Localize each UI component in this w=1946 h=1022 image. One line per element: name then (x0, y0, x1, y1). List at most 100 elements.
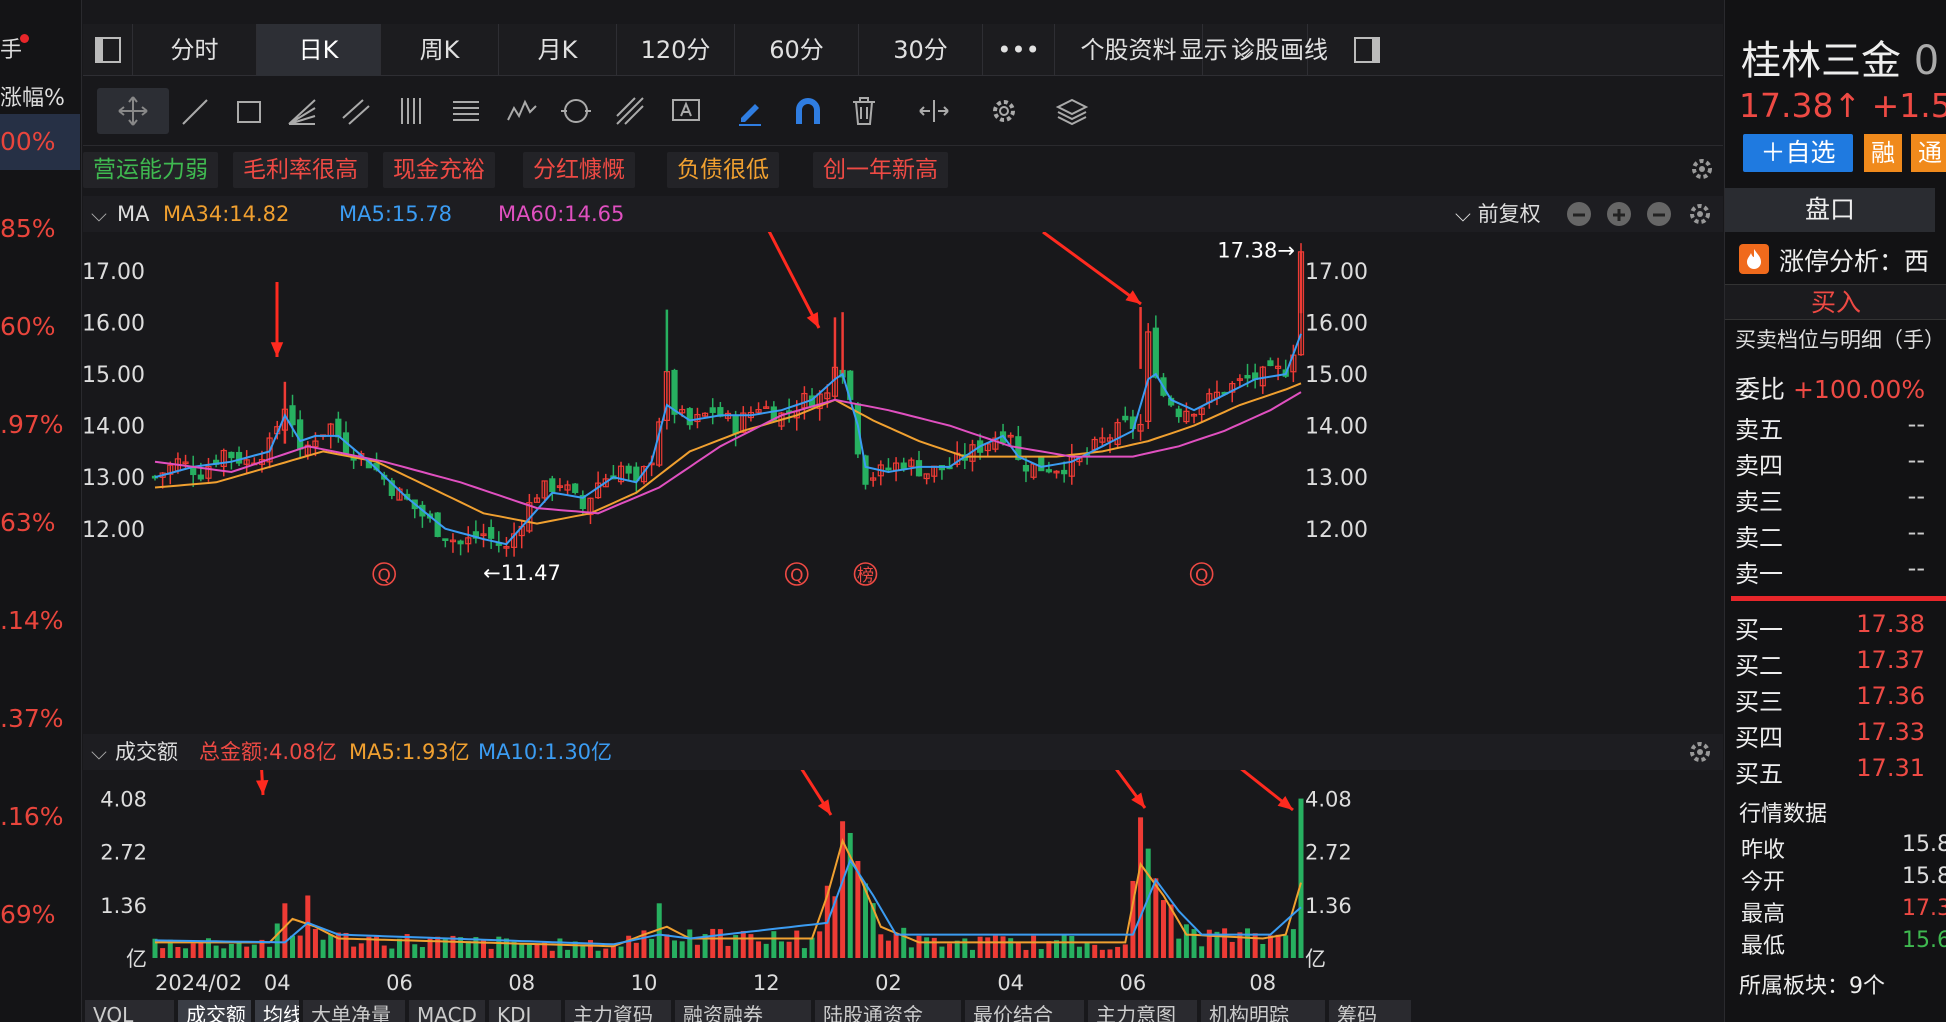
tab-period-6[interactable]: 30分 (859, 24, 983, 76)
feature-tag[interactable]: 现金充裕 (383, 152, 495, 188)
change-pct-item[interactable]: 69% (0, 898, 80, 932)
pen-tool-button[interactable] (727, 88, 773, 134)
tab-period-4[interactable]: 120分 (617, 24, 735, 76)
cycle-icon (561, 99, 591, 123)
collapse-panel-button[interactable] (1567, 202, 1591, 226)
fib-tool-button[interactable] (443, 88, 489, 134)
fit-tool-button[interactable] (911, 88, 957, 134)
feature-tag[interactable]: 毛利率很高 (233, 152, 368, 188)
gear-icon (1690, 742, 1710, 762)
bid-row[interactable]: 买五 17.31 (1735, 754, 1945, 789)
gann-tool-button[interactable] (607, 88, 653, 134)
tags-settings-button[interactable] (1687, 154, 1717, 188)
margin-badge[interactable]: 融 (1864, 134, 1902, 172)
level-price: -- (1907, 446, 1925, 474)
tab-period-2[interactable]: 周K (381, 24, 499, 76)
tab-period-5[interactable]: 60分 (735, 24, 859, 76)
sidebar-toggle-button[interactable] (83, 24, 133, 76)
change-pct-item[interactable]: 63% (0, 506, 80, 540)
add-watchlist-button[interactable]: ＋自选 (1743, 134, 1853, 172)
stock-name: 桂林三金 0 (1741, 38, 1940, 84)
rect-tool-button[interactable] (226, 88, 272, 134)
change-pct-item[interactable]: .37% (0, 702, 80, 736)
vlines-tool-button[interactable] (388, 88, 434, 134)
draw-line-button[interactable]: 画线 (1269, 24, 1339, 76)
candle-body (1045, 469, 1052, 473)
limit-analysis-link[interactable]: 涨停分析：西 (1779, 242, 1929, 278)
indicator-tab[interactable]: 最价结合 (965, 1000, 1084, 1022)
feature-tag[interactable]: 负债很低 (667, 152, 779, 188)
settings-tool-button[interactable] (981, 88, 1027, 134)
level-price: -- (1907, 518, 1925, 546)
ask-row[interactable]: 卖二 -- (1735, 518, 1945, 553)
ask-row[interactable]: 卖三 -- (1735, 482, 1945, 517)
buy-in-button[interactable]: 买入 (1725, 284, 1946, 320)
change-pct-item[interactable]: 85% (0, 212, 80, 246)
fan-tool-button[interactable] (279, 88, 325, 134)
turnover-bar (809, 937, 815, 958)
turnover-chart[interactable]: 4.08 4.08 2.72 2.72 1.36 1.36 亿 亿 2024/02 04 06 08 1… (83, 770, 1723, 998)
ask-row[interactable]: 卖一 -- (1735, 554, 1945, 589)
connect-badge[interactable]: 通 (1911, 134, 1946, 172)
tab-period-0[interactable]: 分时 (133, 24, 257, 76)
layers-tool-button[interactable] (1049, 88, 1095, 134)
feature-tag[interactable]: 营运能力弱 (83, 152, 218, 188)
indicator-tab[interactable]: 主力意图 (1088, 1000, 1197, 1022)
wave-tool-button[interactable] (499, 88, 545, 134)
ask-row[interactable]: 卖五 -- (1735, 410, 1945, 445)
channel-tool-button[interactable] (333, 88, 379, 134)
tab-period-7[interactable]: ••• (983, 24, 1055, 76)
sector-link[interactable]: 所属板块：9个 (1739, 968, 1885, 1000)
bid-row[interactable]: 买一 17.38 (1735, 610, 1945, 645)
indicator-tab[interactable]: 筹码 (1329, 1000, 1411, 1022)
indicator-tab[interactable]: 机构明踪 (1201, 1000, 1325, 1022)
right-panel-toggle-button[interactable] (1345, 24, 1389, 76)
y-tick-label-left: 15.00 (83, 363, 145, 388)
ask-row[interactable]: 卖四 -- (1735, 446, 1945, 481)
display-dropdown[interactable]: 显示 ⌵ (1169, 24, 1264, 76)
indicator-tab[interactable]: 陆股通资金 (815, 1000, 961, 1022)
indicator-tab[interactable]: MACD (409, 1000, 485, 1022)
line-tool-button[interactable] (173, 88, 219, 134)
turnover-bar (274, 923, 280, 958)
change-pct-header[interactable]: 涨幅% (0, 80, 82, 112)
cycle-tool-button[interactable] (553, 88, 599, 134)
move-tool-button[interactable] (97, 88, 169, 134)
change-pct-item[interactable]: 60% (0, 310, 80, 344)
indicator-tab[interactable]: VOL (85, 1000, 174, 1022)
indicator-tab[interactable]: 成交额 (178, 1000, 251, 1022)
change-pct-item[interactable]: .97% (0, 408, 80, 442)
text-tool-button[interactable] (663, 88, 709, 134)
indicator-tab[interactable]: 融资融券 (675, 1000, 811, 1022)
feature-tag[interactable]: 创一年新高 (813, 152, 948, 188)
magnet-tool-button[interactable] (785, 88, 831, 134)
bid-row[interactable]: 买四 17.33 (1735, 718, 1945, 753)
turnover-bar (320, 939, 326, 958)
tab-period-1[interactable]: 日K (257, 24, 381, 76)
candlestick-chart[interactable]: 17.00 17.00 16.00 16.00 15.00 15.00 14.00 14.00… (83, 232, 1723, 732)
feature-tag[interactable]: 分红慷慨 (523, 152, 635, 188)
turnover-bar (190, 943, 196, 958)
turnover-bar (1199, 946, 1205, 958)
tab-pankou[interactable]: 盘口 (1725, 188, 1935, 232)
indicator-tab[interactable]: KDJ (489, 1000, 561, 1022)
tab-period-3[interactable]: 月K (499, 24, 617, 76)
turnover-bar (1076, 946, 1082, 958)
change-pct-item[interactable]: 00% (0, 114, 80, 170)
chevron-down-icon[interactable]: ⌵ (91, 196, 107, 232)
bid-row[interactable]: 买三 17.36 (1735, 682, 1945, 717)
indicator-tab[interactable]: 均线 (255, 1000, 299, 1022)
indicator-tab[interactable]: 主力資码 (565, 1000, 671, 1022)
x-tick-label: 06 (1120, 971, 1147, 995)
fibonacci-icon (453, 101, 479, 121)
adjust-dropdown[interactable]: ⌵ 前复权 (1455, 196, 1541, 232)
chevron-down-icon[interactable]: ⌵ (91, 734, 107, 770)
delete-tool-button[interactable] (841, 88, 887, 134)
add-indicator-button[interactable] (1607, 202, 1631, 226)
remove-indicator-button[interactable] (1647, 202, 1671, 226)
change-pct-item[interactable]: .16% (0, 800, 80, 834)
indicator-tab[interactable]: 大单净量 (303, 1000, 405, 1022)
change-pct-item[interactable]: .14% (0, 604, 80, 638)
turnover-bar (817, 931, 823, 958)
bid-row[interactable]: 买二 17.37 (1735, 646, 1945, 681)
